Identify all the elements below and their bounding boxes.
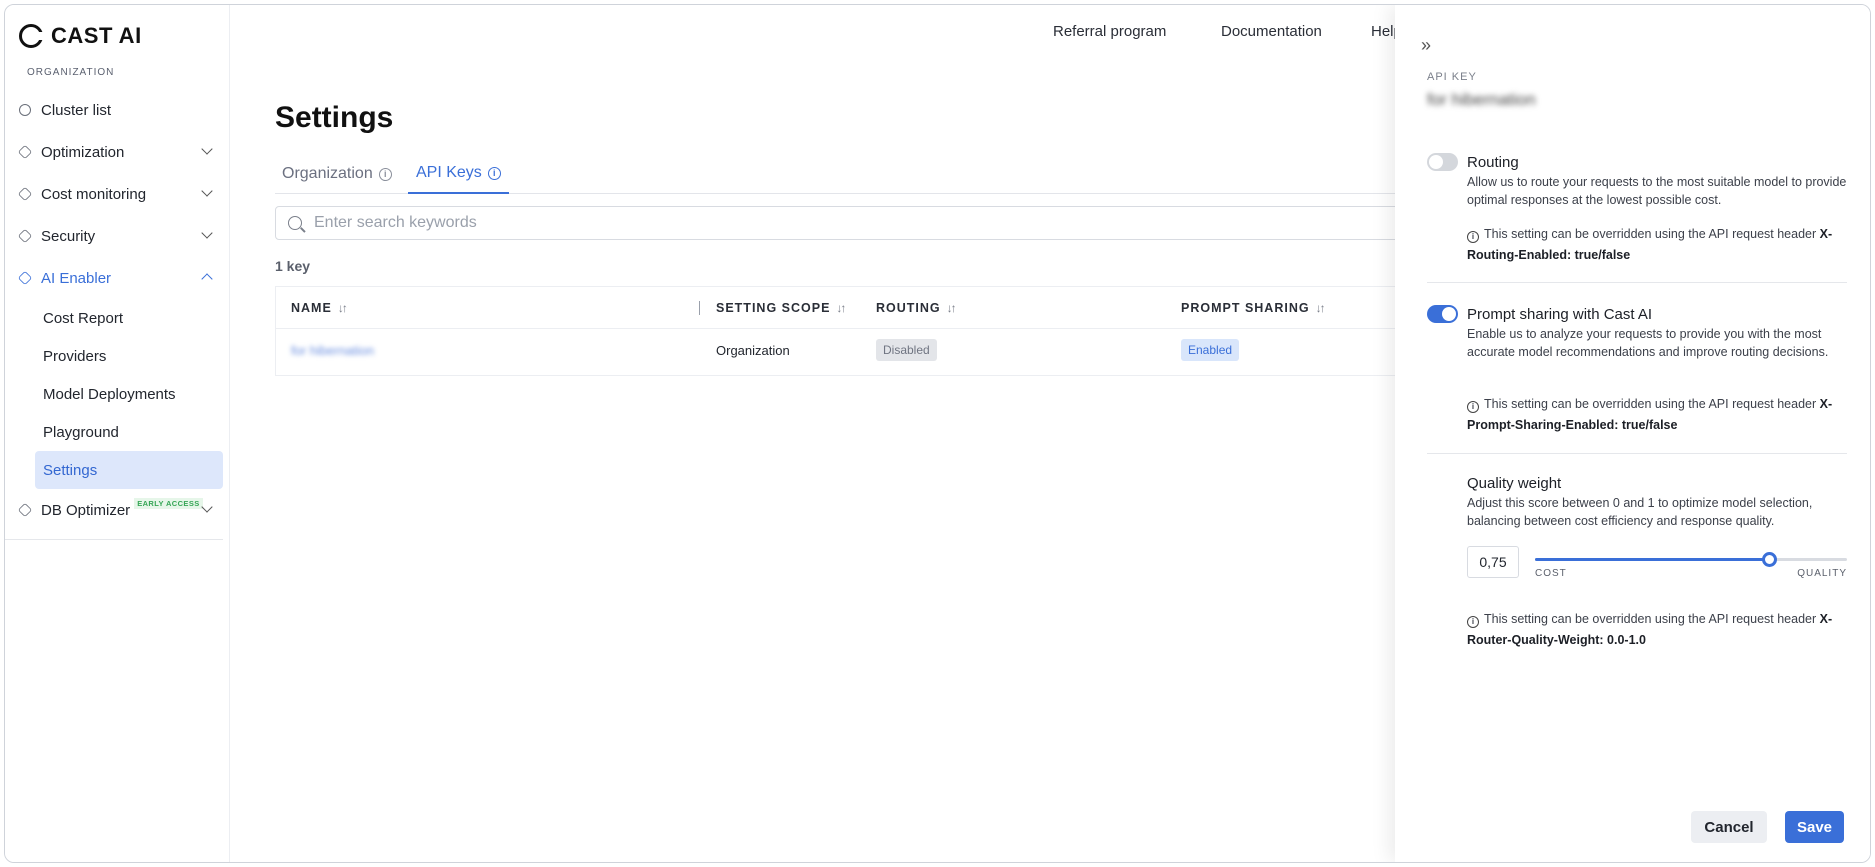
info-icon: i — [1467, 616, 1479, 628]
prompt-sharing-toggle[interactable] — [1427, 305, 1458, 323]
chevron-down-icon — [201, 227, 213, 239]
prompt-sharing-note: i This setting can be overridden using th… — [1467, 397, 1833, 432]
quality-weight-note: i This setting can be overridden using th… — [1467, 612, 1833, 647]
info-icon: i — [487, 166, 501, 180]
column-header-setting-scope[interactable]: SETTING SCOPE ↓↑ — [716, 300, 846, 315]
cube-icon — [17, 144, 33, 160]
routing-toggle[interactable] — [1427, 153, 1458, 171]
cube-icon — [17, 502, 33, 518]
sidebar-item-ai-enabler[interactable]: AI Enabler — [5, 257, 229, 299]
quality-weight-slider[interactable] — [1535, 552, 1847, 567]
chevron-down-icon — [201, 185, 213, 197]
referral-program-link[interactable]: Referral program — [1053, 23, 1166, 40]
chevron-down-icon — [201, 143, 213, 155]
api-keys-table: NAME ↓↑ SETTING SCOPE ↓↑ ROUTING ↓↑ PROMPT … — [275, 286, 1475, 376]
search-icon — [288, 216, 302, 230]
routing-title: Routing — [1467, 154, 1519, 171]
quality-weight-input[interactable]: 0,75 — [1467, 546, 1519, 578]
table-header: NAME ↓↑ SETTING SCOPE ↓↑ ROUTING ↓↑ PROMPT … — [276, 287, 1474, 329]
cube-icon — [17, 186, 33, 202]
cube-icon — [17, 270, 33, 286]
quality-weight-description: Adjust this score between 0 and 1 to opt… — [1467, 496, 1813, 528]
column-header-routing[interactable]: ROUTING ↓↑ — [876, 300, 957, 315]
sidebar-divider — [5, 539, 223, 540]
collapse-drawer-icon[interactable]: » — [1421, 35, 1431, 56]
sidebar-item-db-optimizer[interactable]: DB Optimizer EARLY ACCESS — [5, 489, 229, 531]
chevron-down-icon — [201, 501, 213, 513]
api-key-drawer: » API KEY for hibernation Routing Allow … — [1395, 5, 1870, 862]
sidebar-nav: Cluster list Optimization Cost monitorin… — [5, 89, 229, 531]
routing-description: Allow us to route your requests to the m… — [1467, 175, 1847, 207]
routing-note: i This setting can be overridden using th… — [1467, 227, 1833, 262]
tab-organization[interactable]: Organization i — [282, 154, 392, 194]
slider-quality-label: QUALITY — [1797, 568, 1847, 579]
toggle-knob — [1429, 155, 1443, 169]
sort-icon: ↓↑ — [1315, 300, 1326, 315]
toggle-knob — [1442, 307, 1456, 321]
organization-label: ORGANIZATION — [27, 67, 115, 78]
sidebar-item-label: Cluster list — [41, 101, 112, 119]
sidebar-item-cluster-list[interactable]: Cluster list — [5, 89, 229, 131]
sidebar-subitem-playground[interactable]: Playground — [35, 413, 223, 451]
sidebar-item-label: Optimization — [41, 143, 125, 161]
sidebar-item-label: AI Enabler — [41, 269, 112, 287]
sort-icon: ↓↑ — [836, 300, 846, 315]
key-count: 1 key — [275, 258, 311, 274]
routing-status-badge: Disabled — [876, 339, 937, 361]
sidebar-subitem-model-deployments[interactable]: Model Deployments — [35, 375, 223, 413]
logo-text: CAST AI — [51, 23, 142, 48]
cast-ai-logo-icon — [19, 24, 44, 48]
sidebar-item-cost-monitoring[interactable]: Cost monitoring — [5, 173, 229, 215]
tab-api-keys[interactable]: API Keys i — [408, 154, 509, 194]
prompt-sharing-status-badge: Enabled — [1181, 339, 1240, 361]
slider-cost-label: COST — [1535, 568, 1567, 579]
settings-tabs: Organization i API Keys i — [275, 154, 1475, 194]
column-header-prompt-sharing[interactable]: PROMPT SHARING ↓↑ — [1181, 300, 1326, 315]
prompt-sharing-description: Enable us to analyze your requests to pr… — [1467, 327, 1829, 359]
sort-icon: ↓↑ — [946, 300, 957, 315]
section-divider — [1427, 282, 1847, 283]
app-window: CAST AI ORGANIZATION Cluster list Optimi… — [4, 4, 1871, 863]
table-row[interactable]: for hibernation Organization Disabled En… — [276, 329, 1474, 375]
sidebar-item-optimization[interactable]: Optimization — [5, 131, 229, 173]
early-access-badge: EARLY ACCESS — [134, 497, 203, 509]
info-icon: i — [1467, 231, 1479, 243]
documentation-link[interactable]: Documentation — [1221, 23, 1322, 40]
cancel-button[interactable]: Cancel — [1691, 811, 1767, 843]
sidebar: CAST AI ORGANIZATION Cluster list Optimi… — [5, 5, 230, 862]
sidebar-subitem-providers[interactable]: Providers — [35, 337, 223, 375]
slider-thumb[interactable] — [1762, 552, 1777, 567]
sort-icon: ↓↑ — [337, 300, 348, 315]
save-button[interactable]: Save — [1785, 811, 1844, 843]
tab-label: API Keys — [416, 164, 482, 181]
sidebar-subitem-settings[interactable]: Settings — [35, 451, 223, 489]
sidebar-item-label: Security — [41, 227, 96, 245]
sidebar-item-label: Cost monitoring — [41, 185, 147, 203]
setting-scope-cell: Organization — [716, 343, 790, 358]
column-resize-handle[interactable] — [699, 301, 711, 315]
slider-fill — [1535, 558, 1769, 561]
key-name-link[interactable]: for hibernation — [291, 343, 374, 358]
api-key-label: API KEY — [1427, 71, 1477, 83]
hexagon-icon — [19, 104, 31, 116]
sidebar-item-label: DB Optimizer — [41, 501, 131, 519]
column-header-name[interactable]: NAME ↓↑ — [291, 300, 348, 315]
tab-label: Organization — [282, 165, 373, 182]
page-title: Settings — [275, 101, 394, 134]
prompt-sharing-title: Prompt sharing with Cast AI — [1467, 306, 1653, 323]
search-input[interactable] — [314, 214, 1214, 232]
sidebar-item-security[interactable]: Security — [5, 215, 229, 257]
search-bar — [275, 206, 1475, 240]
api-key-name: for hibernation — [1427, 90, 1536, 109]
logo[interactable]: CAST AI — [19, 23, 142, 49]
section-divider — [1427, 453, 1847, 454]
info-icon: i — [378, 167, 392, 181]
chevron-up-icon — [201, 273, 213, 285]
sidebar-subitem-cost-report[interactable]: Cost Report — [35, 299, 223, 337]
info-icon: i — [1467, 401, 1479, 413]
ai-enabler-subnav: Cost Report Providers Model Deployments … — [35, 299, 223, 489]
cube-icon — [17, 228, 33, 244]
quality-weight-title: Quality weight — [1467, 475, 1562, 492]
